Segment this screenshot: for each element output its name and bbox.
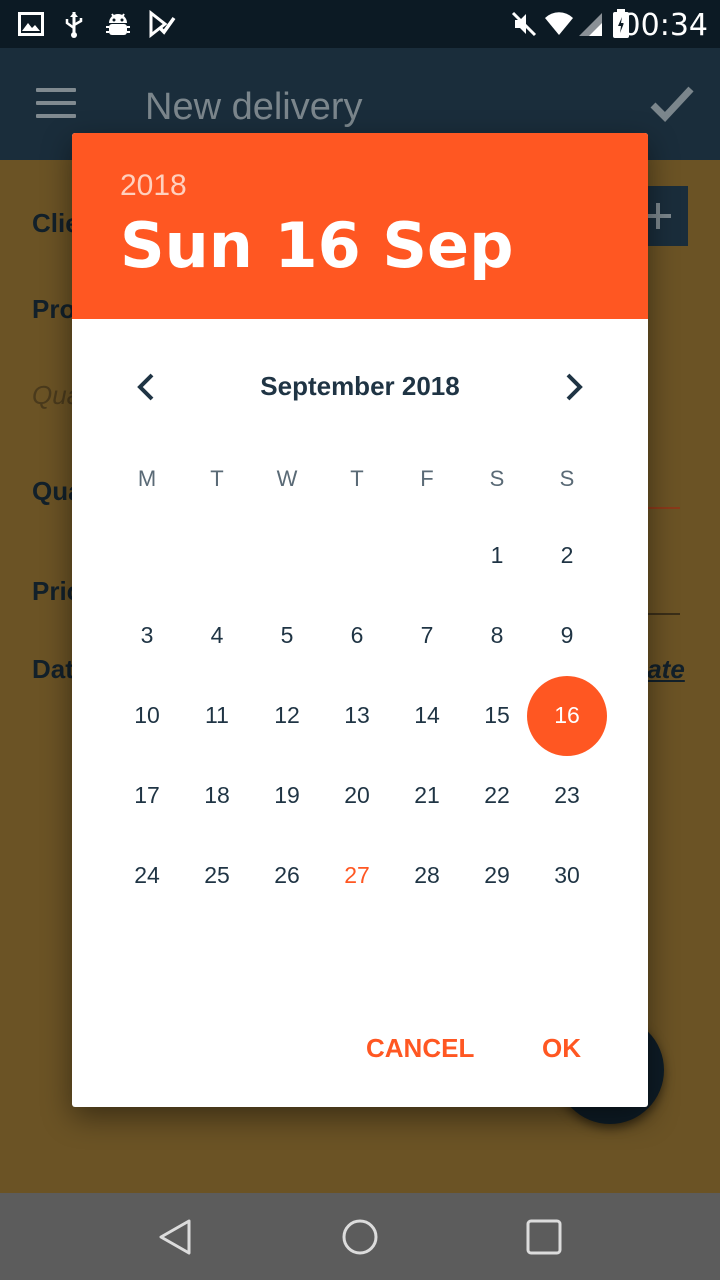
android-debug-icon: [104, 10, 132, 38]
day-23[interactable]: 23: [532, 775, 602, 815]
page-title: New delivery: [145, 86, 363, 128]
weekday-sunday: S: [559, 466, 575, 491]
day-24[interactable]: 24: [112, 855, 182, 895]
date-picker-dialog: 2018 Sun 16 Sep September 2018 M T W T F…: [72, 133, 648, 1107]
clock: 00:34: [621, 8, 708, 43]
weekday-friday: F: [420, 466, 434, 491]
weekday-monday: M: [137, 466, 157, 491]
weekday-wednesday: W: [276, 466, 298, 491]
chevron-right-icon: [566, 373, 583, 401]
day-11[interactable]: 11: [182, 695, 252, 735]
mute-icon: [510, 10, 538, 38]
checklist-icon: [148, 10, 176, 38]
home-icon[interactable]: [340, 1217, 380, 1262]
day-17[interactable]: 17: [112, 775, 182, 815]
day-14[interactable]: 14: [392, 695, 462, 735]
back-icon[interactable]: [156, 1217, 194, 1262]
day-19[interactable]: 19: [252, 775, 322, 815]
day-4[interactable]: 4: [182, 615, 252, 655]
day-8[interactable]: 8: [462, 615, 532, 655]
day-12[interactable]: 12: [252, 695, 322, 735]
day-9[interactable]: 9: [532, 615, 602, 655]
date-label: Dat: [32, 654, 74, 684]
day-22[interactable]: 22: [462, 775, 532, 815]
weekday-tuesday: T: [210, 466, 224, 491]
day-20[interactable]: 20: [322, 775, 392, 815]
day-25[interactable]: 25: [182, 855, 252, 895]
day-27-today[interactable]: 27: [322, 855, 392, 895]
next-month-button[interactable]: [558, 369, 590, 405]
product-label: Pro: [32, 294, 76, 324]
weekday-saturday: S: [489, 466, 505, 491]
year-selector[interactable]: 2018: [120, 169, 187, 203]
day-30[interactable]: 30: [532, 855, 602, 895]
ok-button[interactable]: OK: [542, 1033, 581, 1064]
date-picker-header: 2018 Sun 16 Sep: [72, 133, 648, 319]
day-28[interactable]: 28: [392, 855, 462, 895]
day-18[interactable]: 18: [182, 775, 252, 815]
system-navigation-bar: [0, 1193, 720, 1280]
check-icon[interactable]: [650, 84, 694, 129]
cell-signal-icon: [578, 10, 604, 38]
cancel-button[interactable]: CANCEL: [366, 1033, 474, 1064]
selected-date: Sun 16 Sep: [120, 209, 514, 282]
usb-icon: [62, 10, 86, 38]
day-26[interactable]: 26: [252, 855, 322, 895]
day-6[interactable]: 6: [322, 615, 392, 655]
day-15[interactable]: 15: [462, 695, 532, 735]
quantity-underline: [648, 507, 680, 509]
status-bar: 00:34: [0, 0, 720, 48]
day-5[interactable]: 5: [252, 615, 322, 655]
price-underline: [648, 613, 680, 615]
image-icon: [18, 10, 44, 38]
day-21[interactable]: 21: [392, 775, 462, 815]
menu-icon[interactable]: [36, 88, 76, 118]
day-2[interactable]: 2: [532, 535, 602, 575]
weekday-thursday: T: [350, 466, 364, 491]
day-29[interactable]: 29: [462, 855, 532, 895]
wifi-icon: [544, 10, 574, 38]
recents-icon[interactable]: [524, 1217, 564, 1262]
day-13[interactable]: 13: [322, 695, 392, 735]
day-16-selected[interactable]: 16: [532, 695, 602, 735]
day-10[interactable]: 10: [112, 695, 182, 735]
day-7[interactable]: 7: [392, 615, 462, 655]
day-1[interactable]: 1: [462, 535, 532, 575]
day-3[interactable]: 3: [112, 615, 182, 655]
